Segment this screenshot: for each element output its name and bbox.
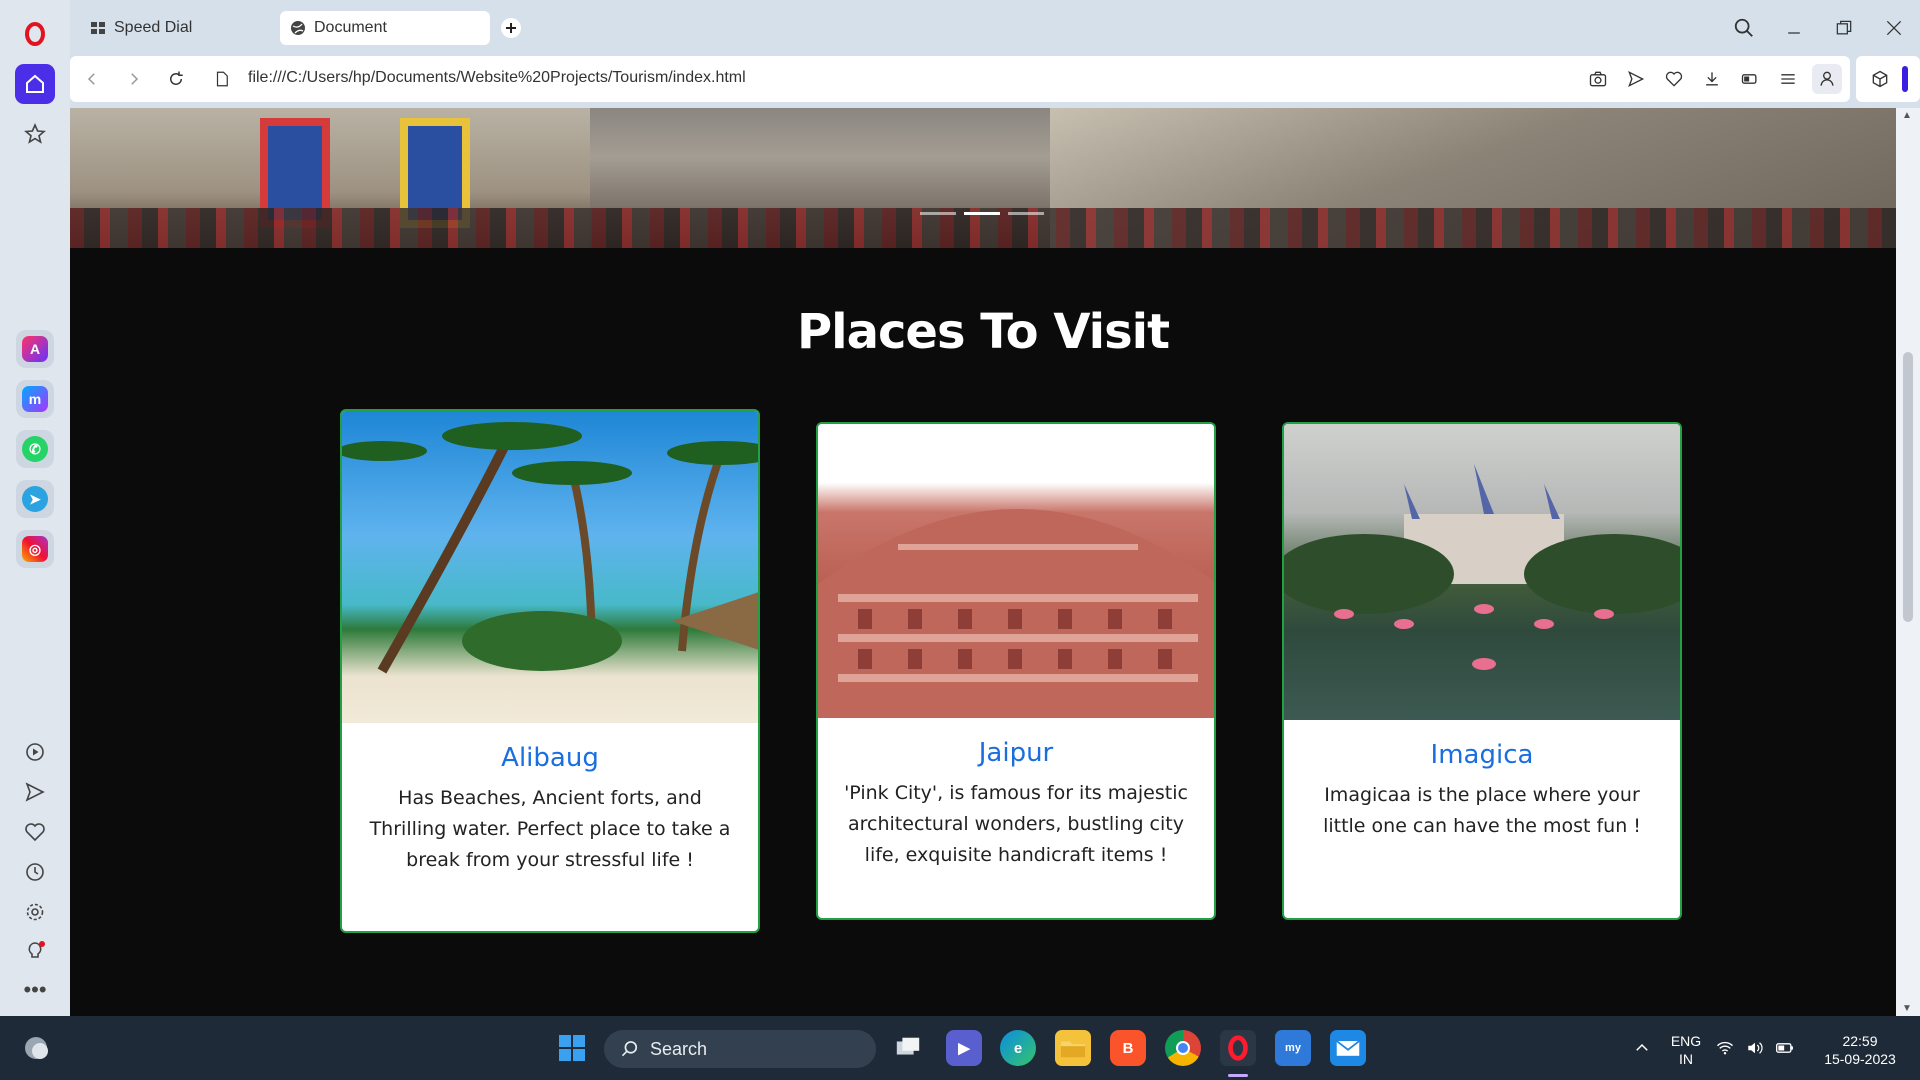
tab-label: Document: [314, 19, 387, 36]
teams-chat-icon[interactable]: ▶: [946, 1030, 982, 1066]
bookmark-heart-icon[interactable]: [1662, 67, 1686, 91]
chrome-browser-icon[interactable]: [1165, 1030, 1201, 1066]
place-card-alibaug[interactable]: Alibaug Has Beaches, Ancient forts, and …: [340, 409, 760, 933]
volume-icon[interactable]: [1742, 1030, 1768, 1066]
extensions-cube-icon[interactable]: [1868, 67, 1892, 91]
region-code: IN: [1679, 1051, 1693, 1067]
close-window-button[interactable]: [1878, 12, 1910, 44]
player-icon[interactable]: [15, 732, 55, 772]
clock-date: 15-09-2023: [1824, 1051, 1896, 1067]
edge-browser-icon[interactable]: e: [1000, 1030, 1036, 1066]
search-label: Search: [650, 1038, 708, 1059]
card-description: Has Beaches, Ancient forts, and Thrillin…: [369, 787, 731, 871]
section-heading: Places To Visit: [796, 304, 1170, 360]
settings-gear-icon[interactable]: [15, 892, 55, 932]
heart-icon[interactable]: [15, 812, 55, 852]
send-flow-icon[interactable]: [1624, 67, 1648, 91]
carousel-indicator[interactable]: [1008, 212, 1044, 215]
card-title: Jaipur: [978, 738, 1054, 768]
opera-sidebar: A m ✆ ➤ ◎ •••: [0, 0, 70, 1016]
profile-avatar-icon[interactable]: [1812, 64, 1842, 94]
hero-carousel: [70, 108, 1896, 248]
tab-document[interactable]: Document: [280, 11, 490, 45]
opera-logo-icon[interactable]: [15, 14, 55, 54]
flow-send-icon[interactable]: [15, 772, 55, 812]
minimize-button[interactable]: [1778, 12, 1810, 44]
grid-icon: [91, 22, 105, 34]
carousel-indicator[interactable]: [920, 212, 956, 215]
aria-icon[interactable]: A: [16, 330, 54, 368]
address-bar: file:///C:/Users/hp/Documents/Website%20…: [70, 56, 1850, 102]
tab-bar: Speed Dial Document: [70, 0, 1920, 54]
new-tab-button[interactable]: [498, 11, 524, 45]
history-clock-icon[interactable]: [15, 852, 55, 892]
mysql-workbench-icon[interactable]: my: [1275, 1030, 1311, 1066]
search-icon: [621, 1041, 638, 1057]
page-scrollbar[interactable]: ▲ ▼: [1896, 108, 1920, 1016]
taskbar-search-box[interactable]: Search: [604, 1030, 876, 1068]
tab-search-icon[interactable]: [1728, 12, 1760, 44]
clock-time: 22:59: [1842, 1033, 1878, 1049]
place-card-jaipur[interactable]: Jaipur 'Pink City', is famous for its ma…: [816, 422, 1216, 920]
battery-saver-icon[interactable]: [1738, 67, 1762, 91]
file-explorer-icon[interactable]: [1055, 1030, 1091, 1066]
lang-code: ENG: [1670, 1033, 1702, 1049]
downloads-icon[interactable]: [1700, 67, 1724, 91]
whatsapp-icon[interactable]: ✆: [16, 430, 54, 468]
reload-button[interactable]: [164, 67, 188, 91]
restore-button[interactable]: [1828, 12, 1860, 44]
weather-widget-icon[interactable]: [18, 1030, 54, 1066]
bookmarks-star-icon[interactable]: [15, 114, 55, 154]
more-dots-icon[interactable]: •••: [15, 970, 55, 1010]
battery-icon[interactable]: [1772, 1030, 1798, 1066]
scrollbar-thumb[interactable]: [1903, 352, 1913, 622]
imagica-park-image: [1284, 424, 1680, 720]
language-indicator[interactable]: ENG IN: [1666, 1032, 1706, 1068]
windows-start-icon[interactable]: [554, 1030, 590, 1066]
card-title: Imagica: [1430, 740, 1534, 770]
card-description: 'Pink City', is famous for its majestic …: [844, 782, 1188, 866]
extensions-area: [1856, 56, 1920, 102]
opera-taskbar-icon[interactable]: [1220, 1030, 1256, 1066]
forward-button[interactable]: [122, 67, 146, 91]
plus-icon: [501, 18, 521, 38]
carousel-indicator-active[interactable]: [964, 212, 1000, 215]
file-page-icon: [210, 67, 234, 91]
hawa-mahal-image: [818, 424, 1214, 718]
easy-setup-icon[interactable]: [1776, 67, 1800, 91]
wifi-icon[interactable]: [1712, 1030, 1738, 1066]
messenger-icon[interactable]: m: [16, 380, 54, 418]
brave-browser-icon[interactable]: B: [1110, 1030, 1146, 1066]
clock[interactable]: 22:59 15-09-2023: [1810, 1032, 1910, 1068]
card-title: Alibaug: [501, 743, 599, 773]
task-view-icon[interactable]: [890, 1030, 926, 1066]
card-description: Imagicaa is the place where your little …: [1323, 784, 1641, 837]
scroll-down-arrow-icon[interactable]: ▼: [1902, 1003, 1912, 1014]
instagram-icon[interactable]: ◎: [16, 530, 54, 568]
show-hidden-icons-chevron-icon[interactable]: [1624, 1030, 1660, 1066]
tips-bulb-icon[interactable]: [15, 932, 55, 972]
beach-image: [342, 411, 758, 723]
globe-icon: [291, 21, 305, 35]
place-card-imagica[interactable]: Imagica Imagicaa is the place where your…: [1282, 422, 1682, 920]
carousel-indicators: [920, 212, 1044, 215]
home-icon[interactable]: [15, 64, 55, 104]
back-button[interactable]: [80, 67, 104, 91]
tab-label: Speed Dial: [114, 19, 193, 36]
telegram-icon[interactable]: ➤: [16, 480, 54, 518]
sidebar-toggle-indicator[interactable]: [1902, 66, 1908, 92]
snapshot-camera-icon[interactable]: [1586, 67, 1610, 91]
tab-speed-dial[interactable]: Speed Dial: [80, 11, 270, 45]
windows-taskbar: Search ▶ e B my ENG IN 22:59 15-09-2023: [0, 1016, 1920, 1080]
page-viewport: Places To Visit Alibaug Has Beaches, Anc…: [70, 108, 1896, 1016]
active-app-indicator: [1228, 1074, 1248, 1077]
url-text[interactable]: file:///C:/Users/hp/Documents/Website%20…: [248, 69, 746, 87]
mail-icon[interactable]: [1330, 1030, 1366, 1066]
scroll-up-arrow-icon[interactable]: ▲: [1902, 110, 1912, 121]
